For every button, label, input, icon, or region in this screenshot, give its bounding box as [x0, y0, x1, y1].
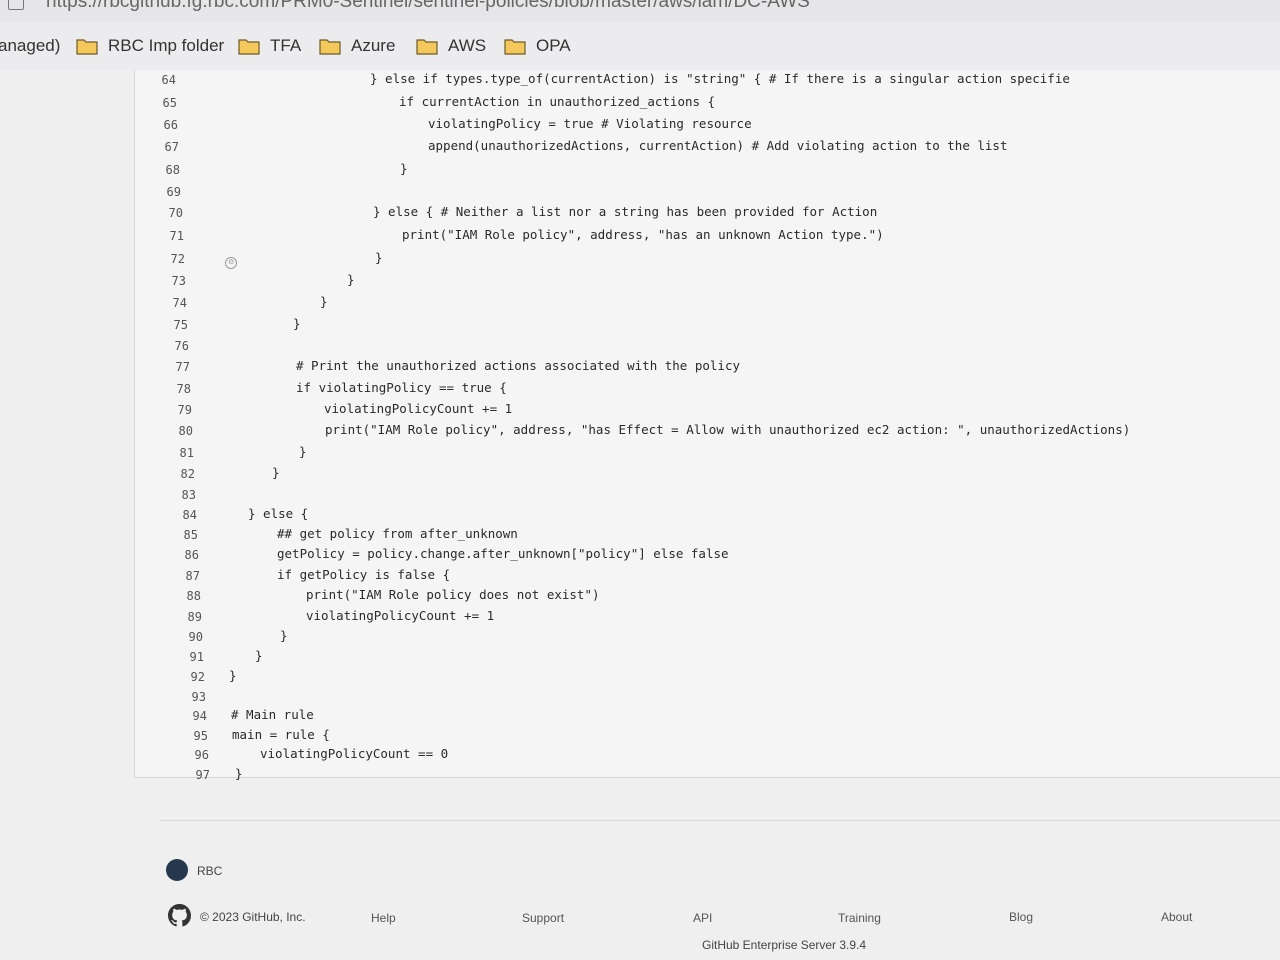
bookmark-azure[interactable]: Azure — [319, 36, 395, 56]
code-line: } — [375, 250, 383, 265]
line-number[interactable]: 92 — [179, 670, 205, 684]
line-number[interactable]: 80 — [167, 424, 193, 438]
bookmark-label: OPA — [536, 36, 571, 55]
line-number[interactable]: 94 — [181, 709, 207, 723]
code-line: append(unauthorizedActions, currentActio… — [428, 138, 1008, 153]
code-line: } — [280, 628, 288, 643]
github-logo-icon[interactable] — [168, 904, 191, 927]
line-number[interactable]: 88 — [175, 589, 201, 603]
code-line: } else if types.type_of(currentAction) i… — [370, 71, 1070, 86]
line-number[interactable]: 83 — [170, 488, 196, 502]
line-number[interactable]: 66 — [152, 118, 178, 132]
footer-link-training[interactable]: Training — [838, 911, 881, 925]
line-number[interactable]: 65 — [151, 96, 177, 110]
line-number[interactable]: 75 — [162, 318, 188, 332]
line-number[interactable]: 78 — [165, 382, 191, 396]
line-number[interactable]: 67 — [153, 140, 179, 154]
footer-link-help[interactable]: Help — [371, 911, 396, 925]
code-line: violatingPolicy = true # Violating resou… — [428, 116, 752, 131]
folder-icon — [319, 39, 341, 55]
line-number[interactable]: 96 — [183, 748, 209, 762]
folder-icon — [238, 39, 260, 55]
line-number[interactable]: 79 — [166, 403, 192, 417]
line-number[interactable]: 76 — [163, 339, 189, 353]
footer-divider — [160, 820, 1280, 821]
folder-icon — [416, 39, 438, 55]
code-line: # Main rule — [231, 707, 314, 722]
code-line: violatingPolicyCount == 0 — [260, 746, 449, 761]
line-number[interactable]: 77 — [164, 360, 190, 374]
line-number[interactable]: 69 — [155, 185, 181, 199]
line-number[interactable]: 64 — [150, 73, 176, 87]
code-line: print("IAM Role policy does not exist") — [306, 587, 600, 602]
line-number[interactable]: 73 — [160, 274, 186, 288]
url-text[interactable]: https://rbcgithub.fg.rbc.com/PRM0-Sentin… — [46, 0, 810, 13]
code-line: violatingPolicyCount += 1 — [306, 608, 495, 623]
code-line: print("IAM Role policy", address, "has E… — [325, 422, 1131, 437]
footer-link-blog[interactable]: Blog — [1009, 910, 1033, 924]
line-number[interactable]: 84 — [171, 508, 197, 522]
code-line: getPolicy = policy.change.after_unknown[… — [277, 546, 729, 561]
code-line: violatingPolicyCount += 1 — [324, 401, 513, 416]
server-version: GitHub Enterprise Server 3.9.4 — [702, 938, 867, 952]
footer-link-support[interactable]: Support — [522, 911, 564, 925]
code-line: } — [347, 272, 355, 287]
code-line: main = rule { — [232, 727, 330, 742]
line-number[interactable]: 68 — [154, 163, 180, 177]
bookmark-label: Azure — [351, 36, 396, 55]
line-number[interactable]: 93 — [180, 690, 206, 704]
line-number[interactable]: 95 — [182, 729, 208, 743]
line-number[interactable]: 90 — [177, 630, 203, 644]
line-number[interactable]: 70 — [157, 206, 183, 220]
bookmark-managed[interactable]: anaged) — [0, 36, 60, 56]
line-number[interactable]: 89 — [176, 610, 202, 624]
line-number[interactable]: 91 — [178, 650, 204, 664]
code-line: } — [272, 465, 280, 480]
code-line: } — [255, 648, 263, 663]
org-avatar[interactable] — [166, 859, 188, 881]
line-number[interactable]: 81 — [168, 446, 194, 460]
bookmark-rbc-imp-folder[interactable]: RBC Imp folder — [76, 36, 224, 56]
bookmarks-bar: anaged) RBC Imp folder TFA Azure AWS OPA — [0, 22, 1280, 70]
footer-link-api[interactable]: API — [693, 911, 712, 925]
code-line: } — [400, 161, 408, 176]
bookmark-label: anaged) — [0, 36, 61, 55]
bookmark-label: TFA — [270, 36, 302, 55]
code-line: } — [293, 316, 301, 331]
code-line: # Print the unauthorized actions associa… — [296, 358, 741, 373]
page-icon — [8, 0, 24, 10]
bookmark-opa[interactable]: OPA — [504, 36, 571, 56]
footer-copyright: © 2023 GitHub, Inc. — [200, 910, 306, 924]
folder-icon — [504, 39, 526, 55]
code-line: ## get policy from after_unknown — [277, 526, 518, 541]
line-number[interactable]: 86 — [173, 548, 199, 562]
code-line: } — [235, 766, 243, 781]
org-name[interactable]: RBC — [197, 864, 222, 878]
footer-link-about[interactable]: About — [1161, 910, 1192, 924]
code-line: } — [229, 668, 237, 683]
line-number[interactable]: 74 — [161, 296, 187, 310]
code-line: if currentAction in unauthorized_actions… — [399, 94, 716, 109]
line-number[interactable]: 87 — [174, 569, 200, 583]
code-line: } — [299, 444, 307, 459]
code-line: if violatingPolicy == true { — [296, 380, 507, 395]
code-line: } else { — [248, 506, 309, 521]
bookmark-aws[interactable]: AWS — [416, 36, 486, 56]
code-line: if getPolicy is false { — [277, 567, 451, 582]
line-number[interactable]: 72 — [159, 252, 185, 266]
code-line: print("IAM Role policy", address, "has a… — [402, 227, 884, 242]
bookmark-label: AWS — [448, 36, 487, 55]
bookmark-tfa[interactable]: TFA — [238, 36, 301, 56]
line-number[interactable]: 71 — [158, 229, 184, 243]
folder-icon — [76, 39, 98, 55]
address-bar[interactable]: https://rbcgithub.fg.rbc.com/PRM0-Sentin… — [0, 0, 1280, 22]
code-line: } else { # Neither a list nor a string h… — [373, 204, 878, 219]
line-number[interactable]: 97 — [184, 768, 210, 782]
bookmark-label: RBC Imp folder — [108, 36, 225, 55]
comment-marker-icon[interactable]: ⊙ — [225, 257, 237, 269]
line-number[interactable]: 85 — [172, 528, 198, 542]
code-line: } — [320, 294, 328, 309]
line-number[interactable]: 82 — [169, 467, 195, 481]
code-viewer-border — [134, 777, 1280, 778]
